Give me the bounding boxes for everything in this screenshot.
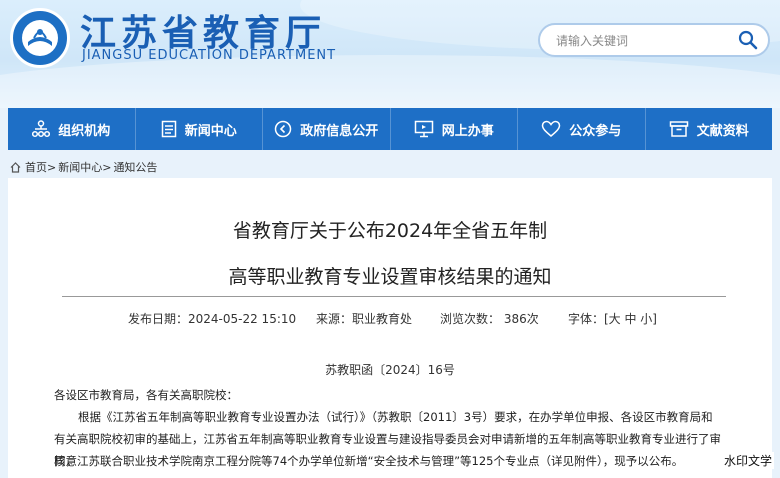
- salutation: 各设区市教育局，各有关高职院校：: [54, 388, 238, 402]
- watermark: 水印文学: [721, 452, 774, 469]
- nav-label: 文献资料: [696, 123, 749, 139]
- body-line: 同意江苏联合职业技术学院南京工程分院等74个办学单位新增“安全技术与管理”等12…: [54, 454, 684, 468]
- nav-item-online-service[interactable]: 网上办事: [391, 108, 518, 150]
- emblem-center: [22, 20, 58, 56]
- archive-icon: [669, 121, 688, 137]
- org-chart-icon: [32, 120, 51, 138]
- title-divider: [62, 296, 726, 297]
- article-title-line2: 高等职业教育专业设置审核结果的通知: [228, 266, 552, 288]
- nav-label: 新闻中心: [184, 123, 237, 139]
- font-size-control[interactable]: 字体：[大 中 小]: [568, 310, 657, 327]
- breadcrumb-separator: >: [102, 160, 112, 174]
- search-input[interactable]: [554, 31, 738, 51]
- monitor-icon: [414, 120, 433, 138]
- nav-item-info-disclosure[interactable]: 政府信息公开: [263, 108, 391, 150]
- nav-label: 政府信息公开: [300, 123, 379, 139]
- body-line: 根据《江苏省五年制高等职业教育专业设置办法（试行）》（苏教职〔2011〕3号）要…: [78, 410, 713, 424]
- publish-date: 发布日期：2024-05-22 15:10: [128, 312, 297, 326]
- book-emblem-icon: [28, 29, 52, 46]
- main-nav: 组织机构 新闻中心 政府信息公开 网上办事 公众参与 文献资料: [8, 108, 772, 150]
- article-source: 来源：职业教育处: [316, 312, 413, 326]
- nav-label: 组织机构: [58, 123, 111, 139]
- search-icon[interactable]: [738, 30, 758, 50]
- nav-item-organization[interactable]: 组织机构: [8, 108, 136, 150]
- department-emblem-logo[interactable]: [10, 8, 70, 68]
- article-panel: 省教育厅关于公布2024年全省五年制 高等职业教育专业设置审核结果的通知 发布日…: [8, 178, 772, 478]
- breadcrumb-home[interactable]: 首页: [25, 159, 47, 175]
- article-title-line1: 省教育厅关于公布2024年全省五年制: [232, 220, 548, 242]
- nav-item-news[interactable]: 新闻中心: [136, 108, 263, 150]
- search-box: [538, 23, 770, 57]
- site-header: 江苏省教育厅 JIANGSU EDUCATION DEPARTMENT: [0, 0, 780, 108]
- nav-item-public-participation[interactable]: 公众参与: [518, 108, 646, 150]
- view-count: 浏览次数： 386次: [440, 312, 539, 326]
- breadcrumb-separator: >: [47, 160, 57, 174]
- site-subtitle: JIANGSU EDUCATION DEPARTMENT: [82, 48, 337, 63]
- nav-item-archives[interactable]: 文献资料: [646, 108, 773, 150]
- document-number: 苏教职函〔2024〕16号: [325, 363, 455, 377]
- news-doc-icon: [161, 120, 176, 138]
- nav-label: 公众参与: [569, 123, 622, 139]
- breadcrumb-notices[interactable]: 通知公告: [113, 159, 157, 175]
- home-icon: [10, 161, 21, 173]
- nav-label: 网上办事: [441, 123, 494, 139]
- info-disclosure-icon: [274, 120, 292, 138]
- breadcrumb: 首页 > 新闻中心 > 通知公告: [10, 159, 157, 175]
- heart-icon: [541, 120, 561, 137]
- breadcrumb-news-center[interactable]: 新闻中心: [58, 159, 102, 175]
